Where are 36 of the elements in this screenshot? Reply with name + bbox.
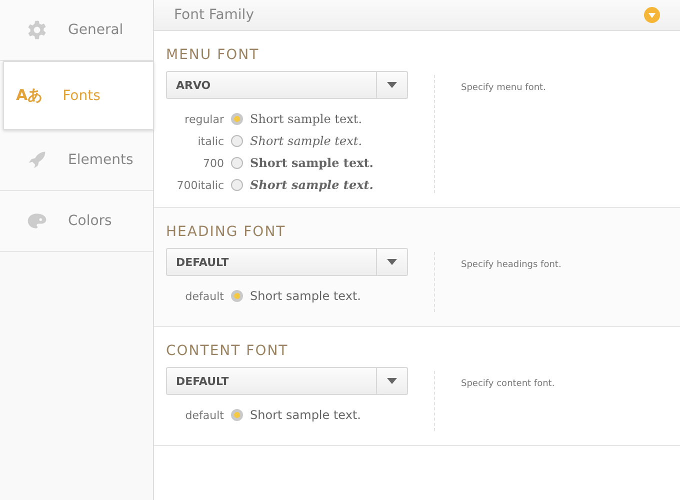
section-description: Specify content font. (461, 379, 555, 389)
variant-label: default (184, 290, 224, 302)
font-select[interactable]: DEFAULT (166, 367, 408, 395)
fonts-glyph-icon: Aあ (16, 86, 43, 105)
panel-title: Font Family (174, 7, 254, 23)
caret-icon (387, 82, 397, 88)
caret-icon (387, 378, 397, 384)
variant-radio[interactable] (231, 179, 243, 191)
variant-label: italic (196, 134, 224, 148)
section-description: Specify menu font. (461, 83, 546, 93)
variant-radio[interactable] (231, 157, 243, 169)
variant-radio[interactable] (231, 135, 243, 147)
sample-text: Short sample text. (250, 289, 361, 303)
sample-text: Short sample text. (250, 408, 361, 422)
variant-label: regular (184, 112, 224, 126)
variant-label: 700 (202, 156, 224, 170)
variant-radio[interactable] (231, 113, 243, 125)
variant-radio[interactable] (231, 409, 243, 421)
section-description: Specify headings font. (461, 260, 562, 270)
sample-text: Short sample text. (250, 156, 374, 170)
variant-label: 700italic (176, 178, 224, 192)
sample-text: Short sample text. (250, 134, 362, 148)
caret-icon (387, 259, 397, 265)
variant-radio[interactable] (231, 290, 243, 302)
sample-text: Short sample text. (250, 178, 374, 192)
collapse-toggle-icon[interactable] (644, 7, 660, 23)
section-title: MENU FONT (166, 47, 260, 63)
gear-icon (26, 19, 48, 41)
font-select[interactable]: ARVO (166, 71, 408, 99)
section-title: CONTENT FONT (166, 343, 290, 359)
variant-label: default (184, 408, 224, 422)
rocket-icon (26, 149, 48, 171)
sample-text: Short sample text. (250, 112, 362, 126)
sidebar-item[interactable]: Aあ Fonts (3, 61, 154, 130)
section-title: HEADING FONT (166, 224, 287, 240)
font-select[interactable]: DEFAULT (166, 248, 408, 276)
